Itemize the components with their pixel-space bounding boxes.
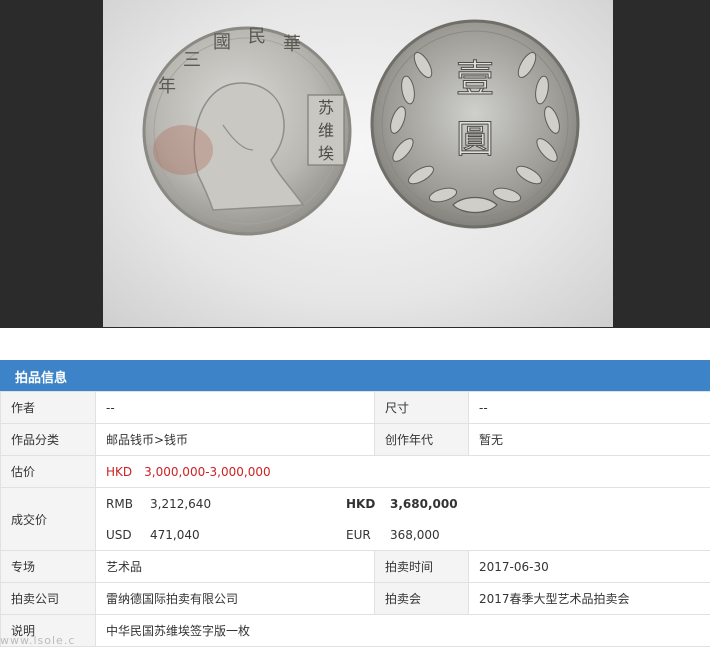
year-value: 暂无 xyxy=(468,423,710,456)
table-row: 作者 -- 尺寸 -- xyxy=(0,391,710,424)
estimate-label: 估价 xyxy=(0,455,96,488)
denomination-char-1: 壹 xyxy=(456,57,494,101)
category-value: 邮品钱币>钱币 xyxy=(95,423,375,456)
rmb-currency: RMB xyxy=(106,496,133,511)
estimate-value: 3,000,000-3,000,000 xyxy=(144,464,271,479)
category-label: 作品分类 xyxy=(0,423,96,456)
special-value: 艺术品 xyxy=(95,550,375,583)
table-row: 说明 中华民国苏维埃签字版一枚 xyxy=(0,614,710,647)
stamp-char-2: 维 xyxy=(318,121,334,140)
coin-obverse: 苏 维 埃 三 國 民 華 年 xyxy=(142,26,352,236)
coin-illustration: 苏 维 埃 三 國 民 華 年 壹 圓 xyxy=(142,19,580,236)
usd-currency: USD xyxy=(106,527,132,542)
rmb-value: 3,212,640 xyxy=(150,496,212,511)
author-label: 作者 xyxy=(0,391,96,424)
company-label: 拍卖公司 xyxy=(0,582,96,615)
spacer xyxy=(0,328,710,360)
lot-info-table: 作者 -- 尺寸 -- 作品分类 邮品钱币>钱币 创作年代 暂无 估价 HKD 3… xyxy=(0,391,710,647)
company-value: 雷纳德国际拍卖有限公司 xyxy=(95,582,375,615)
auction-value: 2017春季大型艺术品拍卖会 xyxy=(468,582,710,615)
image-band: 苏 维 埃 三 國 民 華 年 壹 圓 xyxy=(0,0,710,328)
section-header: 拍品信息 xyxy=(0,360,710,391)
table-row: 拍卖公司 雷纳德国际拍卖有限公司 拍卖会 2017春季大型艺术品拍卖会 xyxy=(0,582,710,615)
desc-value: 中华民国苏维埃签字版一枚 xyxy=(95,614,710,647)
stamp-char-3: 埃 xyxy=(318,144,334,163)
sold-label: 成交价 xyxy=(0,487,96,551)
size-label: 尺寸 xyxy=(374,391,469,424)
table-row: 作品分类 邮品钱币>钱币 创作年代 暂无 xyxy=(0,423,710,456)
author-value: -- xyxy=(95,391,375,424)
size-value: -- xyxy=(468,391,710,424)
auction-label: 拍卖会 xyxy=(374,582,469,615)
year-label: 创作年代 xyxy=(374,423,469,456)
special-label: 专场 xyxy=(0,550,96,583)
denomination-char-2: 圓 xyxy=(456,117,494,161)
stamp-char-1: 苏 xyxy=(318,98,334,117)
estimate-currency: HKD xyxy=(106,464,133,479)
time-value: 2017-06-30 xyxy=(468,550,710,583)
legend-char-4: 華 xyxy=(283,34,301,55)
hkd-value: 3,680,000 xyxy=(390,496,458,511)
eur-currency: EUR xyxy=(346,527,371,542)
table-row: 成交价 RMB 3,212,640 USD 471,040 HKD 3,680,000… xyxy=(0,487,710,551)
legend-char-1: 三 xyxy=(183,50,201,71)
table-row: 估价 HKD 3,000,000-3,000,000 xyxy=(0,455,710,488)
legend-char-2: 國 xyxy=(213,32,231,53)
time-label: 拍卖时间 xyxy=(374,550,469,583)
coin-photo[interactable]: 苏 维 埃 三 國 民 華 年 壹 圓 xyxy=(103,0,613,327)
hkd-currency: HKD xyxy=(346,496,376,511)
table-row: 专场 艺术品 拍卖时间 2017-06-30 xyxy=(0,550,710,583)
legend-char-3: 民 xyxy=(248,26,266,47)
coin-reverse: 壹 圓 xyxy=(370,19,580,229)
sold-cell: RMB 3,212,640 USD 471,040 HKD 3,680,000 EUR… xyxy=(95,487,710,551)
legend-char-5: 年 xyxy=(158,76,176,97)
usd-value: 471,040 xyxy=(150,527,200,542)
watermark: www.lsole.c xyxy=(0,634,76,647)
estimate-cell: HKD 3,000,000-3,000,000 xyxy=(95,455,710,488)
eur-value: 368,000 xyxy=(390,527,440,542)
section-title: 拍品信息 xyxy=(15,371,68,386)
